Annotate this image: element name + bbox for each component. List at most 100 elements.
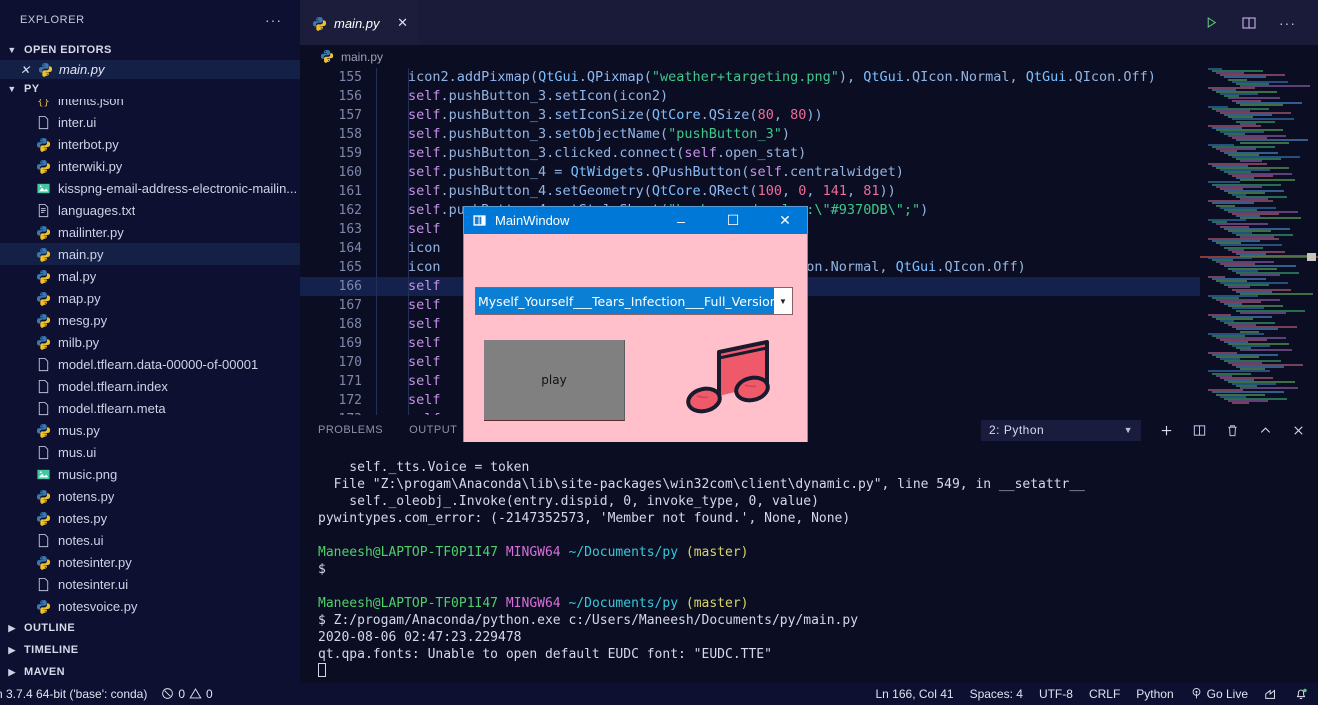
file-item[interactable]: notes.py <box>0 507 300 529</box>
section-open-editors[interactable]: ▼ OPEN EDITORS <box>0 40 300 60</box>
minimap[interactable] <box>1200 68 1318 415</box>
indent-guide <box>376 258 377 277</box>
line-number: 159 <box>338 146 362 161</box>
section-outline[interactable]: ▶ OUTLINE <box>0 617 300 639</box>
section-timeline-label: TIMELINE <box>24 644 79 657</box>
code-line: 157 self.pushButton_3.setIconSize(QtCore.… <box>300 106 1318 125</box>
panel-tab-problems[interactable]: PROBLEMS <box>318 424 383 436</box>
file-item[interactable]: mal.py <box>0 265 300 287</box>
file-item[interactable]: languages.txt <box>0 199 300 221</box>
file-item[interactable]: interwiki.py <box>0 155 300 177</box>
close-icon[interactable]: ✕ <box>20 63 32 77</box>
terminal-selector-value: 2: Python <box>989 423 1045 437</box>
code-content[interactable]: 155 icon2.addPixmap(QtGui.QPixmap("weathe… <box>300 68 1318 415</box>
play-button-label: play <box>541 373 567 387</box>
minimap-line <box>1240 141 1289 144</box>
play-icon[interactable] <box>1204 15 1219 30</box>
line-number: 161 <box>338 184 362 199</box>
cursor-position-status[interactable]: Ln 166, Col 41 <box>876 687 954 701</box>
code-line: 172 self <box>300 391 1318 410</box>
image-icon <box>36 181 51 196</box>
line-number: 162 <box>338 203 362 218</box>
trash-icon[interactable] <box>1225 423 1240 438</box>
dialog-maximize-button[interactable]: ☐ <box>711 207 755 234</box>
play-button[interactable]: play <box>484 340 625 421</box>
file-item[interactable]: notens.py <box>0 485 300 507</box>
chevron-up-icon[interactable] <box>1258 423 1273 438</box>
application-icon <box>472 213 487 228</box>
file-item[interactable]: notesvoice.py <box>0 595 300 617</box>
tab-label: main.py <box>334 15 380 31</box>
dialog-minimize-button[interactable]: – <box>659 207 703 234</box>
split-icon[interactable] <box>1192 423 1207 438</box>
file-item[interactable]: {} intents.json <box>0 99 300 111</box>
file-item[interactable]: kisspng-email-address-electronic-mailin.… <box>0 177 300 199</box>
eol-status[interactable]: CRLF <box>1089 687 1120 701</box>
file-item[interactable]: map.py <box>0 287 300 309</box>
terminal-output[interactable]: self._tts.Voice = token File "Z:\progam\… <box>300 445 1318 680</box>
qt-mainwindow-dialog[interactable]: MainWindow – ☐ ✕ Myself_Yourself___Tears… <box>463 206 808 442</box>
terminal-line: self._oleobj_.Invoke(entry.dispid, 0, in… <box>318 494 819 509</box>
split-editor-icon[interactable] <box>1241 15 1257 31</box>
code-line: 155 icon2.addPixmap(QtGui.QPixmap("weathe… <box>300 68 1318 87</box>
file-item[interactable]: main.py <box>0 243 300 266</box>
file-item-label: music.png <box>58 466 118 482</box>
file-item[interactable]: notes.ui <box>0 529 300 551</box>
minimap-slider[interactable] <box>1307 253 1316 261</box>
panel-tab-output[interactable]: OUTPUT <box>409 424 457 436</box>
chevron-right-icon: ▶ <box>8 622 16 633</box>
section-folder-py[interactable]: ▼ PY <box>0 79 300 99</box>
code-line: 165icon QtGui.QIcon.Normal, QtGui.QIcon.… <box>300 258 1318 277</box>
indent-guide <box>376 106 377 125</box>
tab-main-py[interactable]: main.py ✕ <box>300 0 418 45</box>
section-timeline[interactable]: ▶ TIMELINE <box>0 639 300 661</box>
indentation-status[interactable]: Spaces: 4 <box>970 687 1023 701</box>
file-item-label: mesg.py <box>58 312 108 328</box>
explorer-more-icon[interactable]: ··· <box>265 12 282 28</box>
chevron-down-icon: ▼ <box>7 44 17 55</box>
file-item[interactable]: notesinter.py <box>0 551 300 573</box>
close-icon[interactable] <box>1291 423 1306 438</box>
errors-warnings-status[interactable]: 0 0 <box>161 687 213 701</box>
code-text: self.pushButton_4.setGeometry(QtCore.QRe… <box>408 183 896 199</box>
open-editor-item-main-py[interactable]: ✕ main.py <box>0 59 300 80</box>
file-item[interactable]: mus.ui <box>0 441 300 463</box>
indent-guide <box>376 220 377 239</box>
indent-guide <box>376 391 377 410</box>
terminal-selector[interactable]: 2: Python ▼ <box>981 419 1141 441</box>
file-item[interactable]: mailinter.py <box>0 221 300 243</box>
song-combobox[interactable]: Myself_Yourself___Tears_Infection___Full… <box>475 287 793 315</box>
breadcrumb[interactable]: main.py <box>300 45 1318 68</box>
plus-icon[interactable] <box>1159 423 1174 438</box>
python-interpreter-status[interactable]: n 3.7.4 64-bit ('base': conda) <box>0 687 147 701</box>
python-icon <box>38 62 53 77</box>
file-item[interactable]: mesg.py <box>0 309 300 331</box>
minimap-line <box>1240 349 1292 352</box>
notifications-bell-icon[interactable] <box>1294 687 1308 701</box>
tab-close-icon[interactable]: ✕ <box>397 15 408 31</box>
section-maven[interactable]: ▶ MAVEN <box>0 661 300 683</box>
chevron-down-icon[interactable]: ▼ <box>774 288 792 314</box>
python-icon <box>36 269 51 284</box>
encoding-status[interactable]: UTF-8 <box>1039 687 1073 701</box>
panel-tab-bar: PROBLEMS OUTPUT D 2: Python ▼ <box>300 415 1318 445</box>
file-item[interactable]: inter.ui <box>0 111 300 133</box>
file-item[interactable]: interbot.py <box>0 133 300 155</box>
language-mode-status[interactable]: Python <box>1136 687 1173 701</box>
dialog-close-button[interactable]: ✕ <box>763 207 807 234</box>
file-item[interactable]: music.png <box>0 463 300 485</box>
file-item[interactable]: mus.py <box>0 419 300 441</box>
file-item[interactable]: model.tflearn.data-00000-of-00001 <box>0 353 300 375</box>
dialog-title-bar[interactable]: MainWindow – ☐ ✕ <box>464 207 807 234</box>
file-item[interactable]: model.tflearn.meta <box>0 397 300 419</box>
indent-guide <box>376 163 377 182</box>
go-live-status[interactable]: Go Live <box>1190 687 1248 701</box>
remote-window-icon[interactable] <box>1264 687 1278 701</box>
python-icon <box>36 247 51 262</box>
indent-guide <box>376 239 377 258</box>
file-item[interactable]: model.tflearn.index <box>0 375 300 397</box>
file-item-label: mus.ui <box>58 444 97 460</box>
ellipsis-icon[interactable]: ··· <box>1279 15 1296 31</box>
file-item[interactable]: notesinter.ui <box>0 573 300 595</box>
file-item[interactable]: milb.py <box>0 331 300 353</box>
